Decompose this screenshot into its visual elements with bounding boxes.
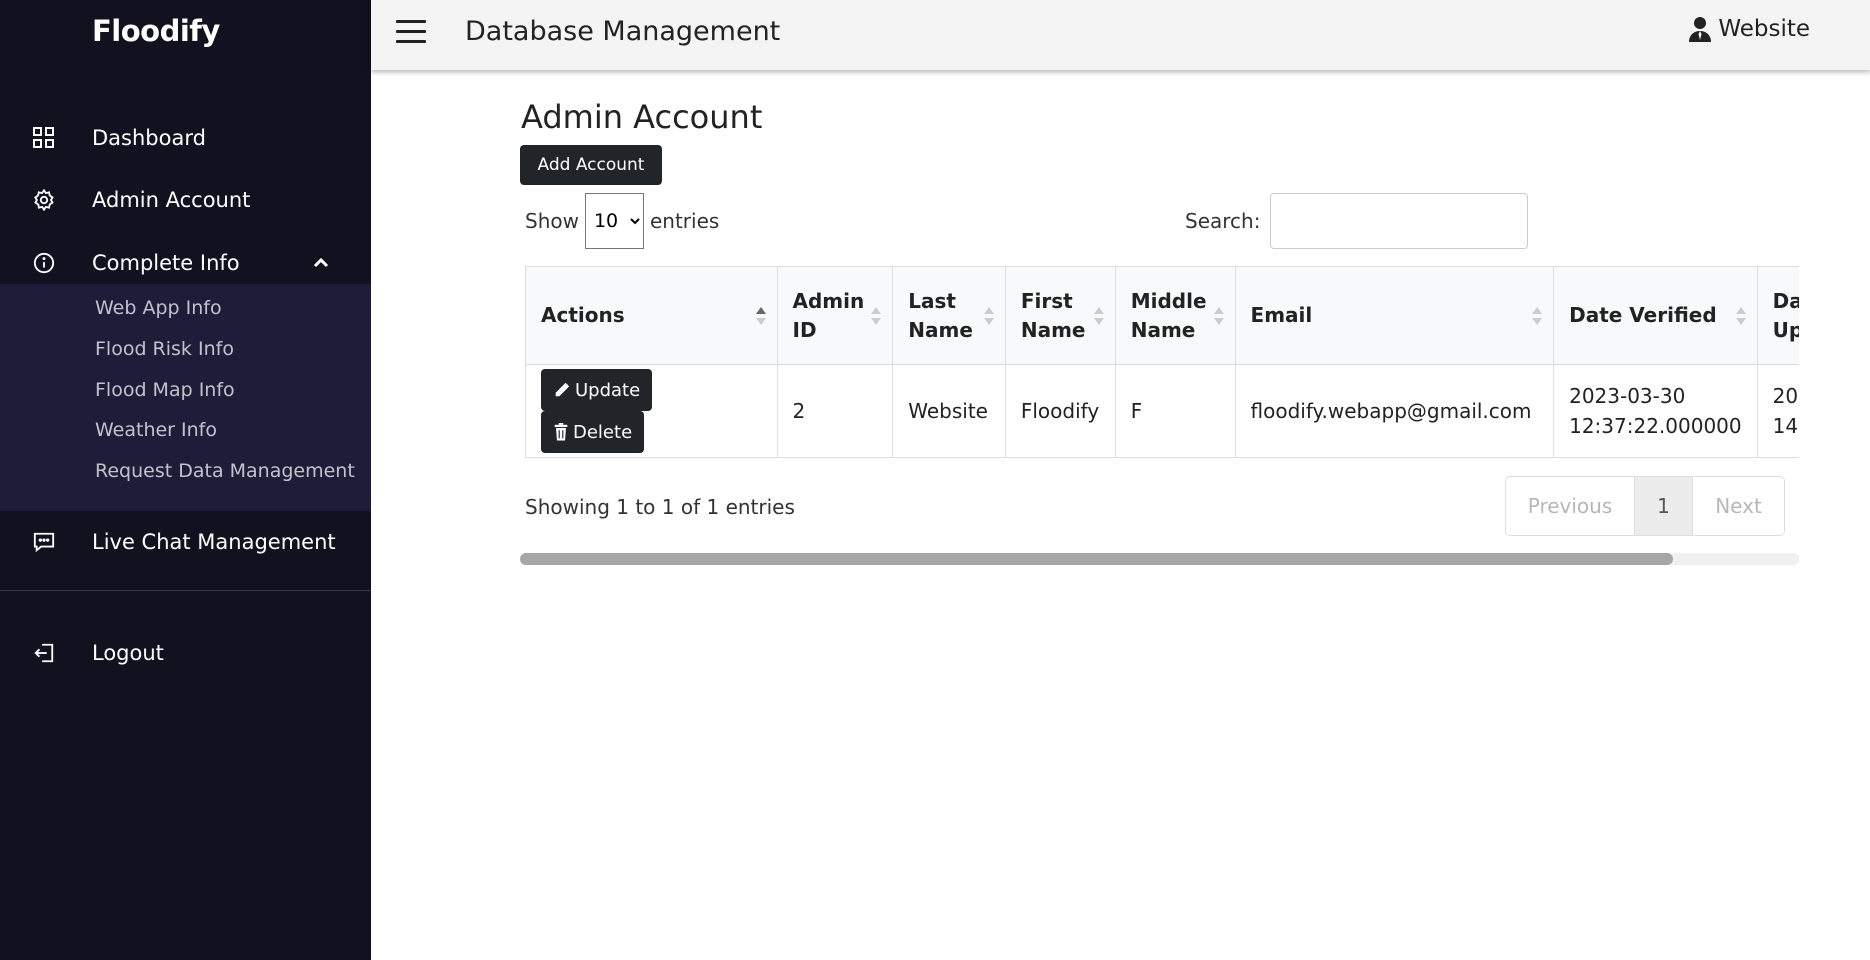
grid-icon bbox=[30, 124, 58, 152]
user-icon bbox=[1689, 17, 1712, 42]
sort-icon bbox=[1735, 306, 1746, 325]
column-header-last-name[interactable]: Last Name bbox=[892, 266, 1006, 365]
brand-logo[interactable]: Floodify bbox=[92, 14, 220, 48]
menu-toggle-icon[interactable] bbox=[396, 20, 426, 44]
horizontal-scrollbar[interactable] bbox=[520, 553, 1799, 565]
sidebar-item-complete-info[interactable]: Complete Info bbox=[0, 238, 371, 288]
trash-icon bbox=[554, 423, 568, 441]
sidebar-divider bbox=[0, 590, 371, 591]
sidebar-item-dashboard[interactable]: Dashboard bbox=[0, 113, 371, 163]
actions-cell: Update Delete bbox=[525, 364, 778, 458]
delete-button[interactable]: Delete bbox=[541, 411, 645, 453]
pagination-previous[interactable]: Previous bbox=[1506, 477, 1635, 535]
column-header-date-verified[interactable]: Date Verified bbox=[1553, 266, 1758, 365]
column-header-email[interactable]: Email bbox=[1234, 266, 1555, 365]
search-label: Search: bbox=[1185, 209, 1261, 233]
add-account-button[interactable]: Add Account bbox=[520, 145, 662, 185]
table-container: Actions Admin ID Last Name First Name Mi… bbox=[525, 266, 1799, 458]
scrollbar-thumb[interactable] bbox=[520, 553, 1673, 565]
entries-length-control: Show 10 entries bbox=[525, 193, 719, 249]
column-header-first-name[interactable]: First Name bbox=[1004, 266, 1116, 365]
sidebar-item-label: Live Chat Management bbox=[92, 530, 336, 554]
sort-icon bbox=[755, 306, 766, 325]
column-header-middle-name[interactable]: Middle Name bbox=[1114, 266, 1236, 365]
submenu-item-flood-map-info[interactable]: Flood Map Info bbox=[95, 379, 235, 401]
submenu-item-web-app-info[interactable]: Web App Info bbox=[95, 297, 222, 319]
search-input[interactable] bbox=[1270, 193, 1529, 249]
sidebar-item-label: Logout bbox=[92, 641, 164, 665]
submenu-item-flood-risk-info[interactable]: Flood Risk Info bbox=[95, 338, 234, 360]
sort-icon bbox=[983, 306, 994, 325]
user-menu[interactable]: Website bbox=[1688, 16, 1810, 42]
table-info: Showing 1 to 1 of 1 entries bbox=[525, 495, 795, 519]
sidebar-item-label: Dashboard bbox=[92, 126, 206, 150]
user-name: Website bbox=[1718, 16, 1810, 42]
search-control: Search: bbox=[1185, 193, 1529, 249]
show-label: Show bbox=[525, 209, 579, 233]
last-name-cell: Website bbox=[892, 364, 1006, 458]
info-icon bbox=[30, 249, 58, 277]
sort-icon bbox=[1532, 306, 1543, 325]
update-button[interactable]: Update bbox=[541, 369, 653, 411]
logout-icon bbox=[30, 639, 58, 667]
sidebar-item-label: Admin Account bbox=[92, 188, 251, 212]
admin-id-cell: 2 bbox=[776, 364, 894, 458]
sidebar: Floodify Dashboard Admin Account Complet… bbox=[0, 0, 371, 960]
complete-info-submenu: Web App Info Flood Risk Info Flood Map I… bbox=[0, 284, 371, 511]
pagination-next[interactable]: Next bbox=[1693, 477, 1784, 535]
top-bar: Database Management Website bbox=[371, 0, 1870, 70]
chat-icon bbox=[30, 528, 58, 556]
pagination: Previous 1 Next bbox=[1505, 476, 1785, 536]
table-row: Update Delete 2 Website Floodify F flood… bbox=[525, 364, 1799, 458]
admin-table: Actions Admin ID Last Name First Name Mi… bbox=[525, 266, 1799, 458]
entries-label: entries bbox=[649, 209, 720, 233]
column-header-admin-id[interactable]: Admin ID bbox=[776, 266, 894, 365]
middle-name-cell: F bbox=[1114, 364, 1236, 458]
table-header-row: Actions Admin ID Last Name First Name Mi… bbox=[525, 266, 1799, 365]
gear-icon bbox=[30, 186, 58, 214]
pagination-page-1[interactable]: 1 bbox=[1635, 477, 1693, 535]
entries-select[interactable]: 10 bbox=[584, 193, 644, 249]
submenu-item-request-data-management[interactable]: Request Data Management bbox=[95, 460, 355, 482]
section-heading: Admin Account bbox=[521, 98, 763, 136]
pencil-icon bbox=[555, 382, 570, 397]
sort-icon bbox=[1093, 306, 1104, 325]
sidebar-item-label: Complete Info bbox=[92, 251, 240, 275]
email-cell: floodify.webapp@gmail.com bbox=[1234, 364, 1555, 458]
sort-icon bbox=[1213, 306, 1224, 325]
sidebar-item-logout[interactable]: Logout bbox=[0, 628, 371, 678]
date-verified-cell: 2023-03-30 12:37:22.000000 bbox=[1553, 364, 1758, 458]
date-updated-cell: 2023- 14:4 bbox=[1756, 364, 1799, 458]
sidebar-item-admin-account[interactable]: Admin Account bbox=[0, 175, 371, 225]
first-name-cell: Floodify bbox=[1004, 364, 1116, 458]
column-header-date-updated[interactable]: Date Updated bbox=[1756, 266, 1799, 365]
sidebar-item-live-chat[interactable]: Live Chat Management bbox=[0, 517, 371, 567]
submenu-item-weather-info[interactable]: Weather Info bbox=[95, 419, 217, 441]
column-header-actions[interactable]: Actions bbox=[525, 266, 778, 365]
page-title: Database Management bbox=[465, 16, 781, 47]
chevron-up-icon[interactable] bbox=[311, 253, 331, 273]
sort-icon bbox=[871, 306, 882, 325]
